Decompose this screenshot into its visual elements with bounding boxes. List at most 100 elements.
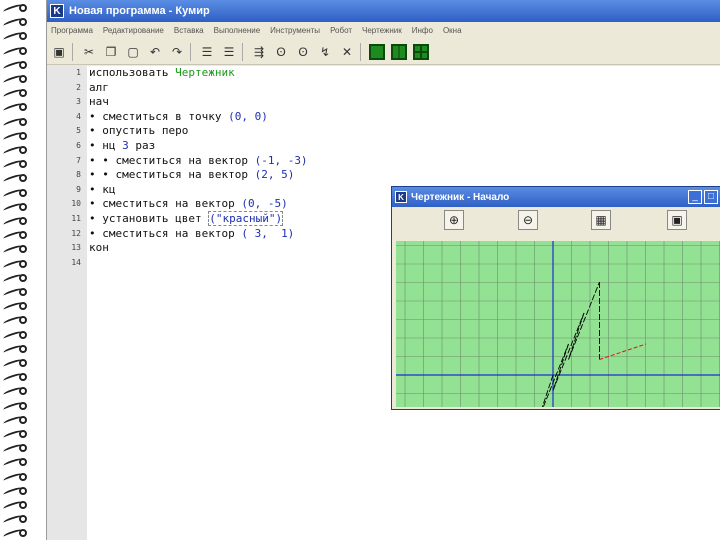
spiral-ring <box>2 158 29 171</box>
code-line[interactable]: • сместиться на вектор ( 3, 1) <box>89 227 294 240</box>
drawer-window[interactable]: K Чертежник - Начало _ □ ✕ ⊕ ⊖ ▦ ▣ <box>391 186 720 422</box>
step-into-icon[interactable]: ʘ <box>294 43 312 61</box>
spiral-ring <box>2 357 29 369</box>
drawer-window-icon[interactable] <box>390 43 408 61</box>
line-number: 7 <box>76 155 81 165</box>
zoom-in-icon[interactable]: ⊕ <box>444 210 464 230</box>
menu-item[interactable]: Инфо <box>412 26 433 35</box>
drawing-svg <box>396 241 720 422</box>
menu-item[interactable]: Чертежник <box>362 26 402 35</box>
save-icon[interactable]: ▣ <box>50 43 68 61</box>
menu-item[interactable]: Окна <box>443 26 462 35</box>
spiral-ring <box>2 215 29 227</box>
maximize-button[interactable]: □ <box>704 190 718 204</box>
spiral-ring <box>2 314 29 327</box>
spiral-ring <box>2 172 29 185</box>
spiral-ring <box>2 30 29 43</box>
undo-icon[interactable]: ↶ <box>146 43 164 61</box>
menu-item[interactable]: Выполнение <box>214 26 261 35</box>
spiral-ring <box>2 272 29 284</box>
code-line[interactable]: нач <box>89 95 109 108</box>
spiral-ring <box>2 499 29 511</box>
menu-item[interactable]: Вставка <box>174 26 204 35</box>
line-number: 5 <box>76 126 81 136</box>
ruler-icon[interactable]: ▦ <box>591 210 611 230</box>
spiral-ring <box>2 513 29 526</box>
code-line[interactable]: • кц <box>89 183 116 196</box>
spiral-ring <box>2 87 29 100</box>
code-token: (0, 0) <box>228 109 268 123</box>
code-line[interactable]: • нц 3 раз <box>89 139 155 152</box>
code-token: (2, 5) <box>254 168 295 182</box>
code-line[interactable]: использовать Чертежник <box>89 66 235 79</box>
compile-icon[interactable]: ⇶ <box>250 43 268 61</box>
drawing-canvas[interactable] <box>396 241 720 422</box>
drawer-window-glyph <box>391 43 407 60</box>
toolbar-separator <box>190 42 194 61</box>
window-title: Новая программа - Кумир <box>69 5 210 17</box>
copy-icon[interactable]: ❐ <box>102 43 120 61</box>
indent-icon[interactable]: ☰ <box>198 43 216 61</box>
menu-item[interactable]: Инструменты <box>270 26 320 35</box>
field-window-icon[interactable] <box>412 43 430 61</box>
spiral-ring <box>2 45 29 57</box>
title-bar[interactable]: K Новая программа - Кумир <box>47 0 720 22</box>
drawer-title-bar[interactable]: K Чертежник - Начало _ □ ✕ <box>392 187 720 207</box>
spiral-ring <box>2 485 29 497</box>
toolbar-separator <box>72 42 76 61</box>
code-line[interactable]: • • сместиться на вектор (2, 5) <box>89 168 294 181</box>
code-line[interactable]: кон <box>89 241 109 254</box>
line-number: 10 <box>71 199 81 209</box>
robot-window-icon[interactable] <box>368 43 386 61</box>
menu-item[interactable]: Программа <box>51 26 93 35</box>
spiral-ring <box>2 201 29 213</box>
minimize-button[interactable]: _ <box>688 190 702 204</box>
stop-icon[interactable]: ✕ <box>338 43 356 61</box>
menu-item[interactable]: Редактирование <box>103 26 164 35</box>
code-token: ( 3, 1) <box>241 226 295 240</box>
code-token: алг <box>89 80 109 94</box>
spiral-ring <box>2 16 29 29</box>
code-token: 3 <box>122 139 129 152</box>
code-line[interactable]: • опустить перо <box>89 124 188 137</box>
spiral-ring <box>2 329 29 341</box>
spiral-ring <box>2 187 29 199</box>
code-line[interactable]: • сместиться на вектор (0, -5) <box>89 197 288 210</box>
line-number: 2 <box>76 82 81 92</box>
code-token: (-1, -3) <box>254 153 308 167</box>
paste-icon[interactable]: ▢ <box>124 43 142 61</box>
spiral-ring <box>2 243 29 256</box>
code-token: • сместиться на вектор <box>89 226 242 240</box>
code-line[interactable]: • • сместиться на вектор (-1, -3) <box>89 154 308 167</box>
spiral-ring <box>2 101 29 114</box>
step-over-icon[interactable]: ↯ <box>316 43 334 61</box>
line-number: 12 <box>71 228 81 238</box>
fit-window-icon[interactable]: ▣ <box>667 210 687 230</box>
code-line[interactable]: алг <box>89 81 109 94</box>
line-number: 14 <box>71 257 81 267</box>
spiral-ring <box>2 300 29 313</box>
spiral-ring <box>2 286 29 298</box>
spiral-ring <box>2 229 29 242</box>
pen-path <box>568 281 600 360</box>
code-token: • опустить перо <box>89 124 189 138</box>
code-line[interactable]: • установить цвет ("красный") <box>89 211 284 226</box>
menu-item[interactable]: Робот <box>330 26 352 35</box>
drawer-title: Чертежник - Начало <box>411 191 510 203</box>
code-token: использовать <box>89 66 176 79</box>
spiral-ring <box>2 2 29 14</box>
code-line[interactable]: • сместиться в точку (0, 0) <box>89 110 268 123</box>
spiral-ring <box>2 116 29 128</box>
spiral-ring <box>2 527 29 540</box>
cut-icon[interactable]: ✂ <box>80 43 98 61</box>
zoom-out-icon[interactable]: ⊖ <box>518 210 538 230</box>
run-icon[interactable]: ʘ <box>272 43 290 61</box>
redo-icon[interactable]: ↷ <box>168 43 186 61</box>
unindent-icon[interactable]: ☰ <box>220 43 238 61</box>
line-number: 4 <box>76 111 81 121</box>
spiral-ring <box>2 400 29 412</box>
spiral-ring <box>2 258 29 270</box>
spiral-ring <box>2 428 29 440</box>
spiral-ring <box>2 130 29 142</box>
spiral-ring <box>2 385 29 398</box>
